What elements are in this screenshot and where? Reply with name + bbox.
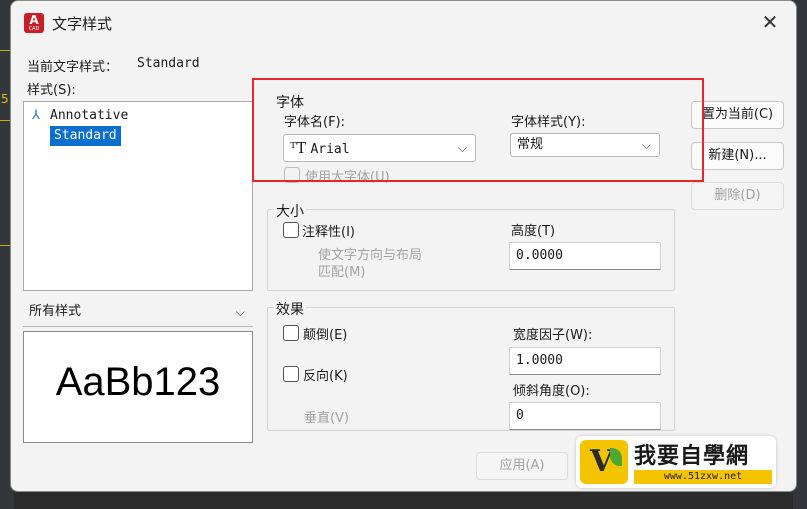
- font-style-label: 字体样式(Y):: [511, 115, 586, 130]
- styles-label: 样式(S):: [27, 83, 76, 98]
- style-preview: AaBb123: [23, 331, 253, 443]
- annotative-checkbox[interactable]: [283, 222, 299, 238]
- new-style-button[interactable]: 新建(N)...: [691, 142, 784, 170]
- font-style-value: 常规: [517, 137, 544, 152]
- set-current-button[interactable]: 置为当前(C): [691, 101, 784, 129]
- truetype-font-icon: ᵀT: [290, 139, 307, 157]
- canvas-coordinate: 5: [1, 92, 9, 106]
- current-style-value: Standard: [137, 56, 200, 71]
- close-button[interactable]: ✕: [758, 11, 782, 35]
- style-item-label: Annotative: [50, 108, 129, 123]
- style-item-label: Standard: [50, 126, 121, 146]
- oblique-angle-label: 倾斜角度(O):: [513, 384, 590, 399]
- apply-button[interactable]: 应用(A): [476, 452, 568, 480]
- height-input[interactable]: 0.0000: [509, 242, 661, 270]
- autocad-app-icon: A CAD: [24, 13, 44, 33]
- style-filter-select[interactable]: 所有样式 ⌵: [23, 299, 253, 327]
- preview-text: AaBb123: [55, 360, 221, 404]
- font-style-select[interactable]: 常规 ⌵: [510, 133, 660, 157]
- text-style-dialog: A CAD 文字样式 ✕ 当前文字样式： Standard 样式(S): ⅄ A…: [10, 0, 797, 492]
- style-filter-value: 所有样式: [29, 304, 82, 319]
- chevron-down-icon: ⌵: [457, 141, 467, 155]
- watermark-logo: V 我要自學網 www.51zxw.net: [576, 436, 776, 488]
- styles-listbox[interactable]: ⅄ Annotative Standard: [23, 101, 253, 291]
- backwards-checkbox[interactable]: [283, 366, 299, 382]
- height-label: 高度(T): [511, 224, 556, 239]
- delete-style-button[interactable]: 删除(D): [691, 182, 784, 210]
- width-factor-label: 宽度因子(W):: [513, 328, 593, 343]
- upside-down-label: 颠倒(E): [303, 328, 348, 343]
- oblique-angle-input[interactable]: 0: [509, 402, 661, 430]
- watermark-url: www.51zxw.net: [634, 470, 772, 484]
- upside-down-checkbox[interactable]: [283, 325, 299, 341]
- width-factor-input[interactable]: 1.0000: [509, 347, 661, 375]
- current-style-label: 当前文字样式：: [27, 60, 119, 75]
- chevron-down-icon: ⌵: [641, 138, 651, 152]
- title-bar: A CAD 文字样式 ✕: [11, 1, 796, 45]
- font-name-label: 字体名(F):: [284, 115, 346, 130]
- size-group-title: 大小: [274, 201, 306, 221]
- use-big-font-label: 使用大字体(U): [305, 170, 390, 185]
- effects-group-title: 效果: [274, 299, 306, 319]
- font-name-value: Arial: [310, 142, 350, 157]
- font-group-title: 字体: [276, 95, 304, 111]
- use-big-font-checkbox[interactable]: [284, 167, 300, 183]
- font-name-select[interactable]: ᵀT Arial ⌵: [283, 134, 476, 162]
- style-item-standard[interactable]: Standard: [32, 126, 121, 146]
- dialog-title: 文字样式: [52, 15, 113, 33]
- annotative-icon: ⅄: [32, 108, 40, 123]
- annotative-label: 注释性(I): [302, 225, 355, 240]
- match-orientation-label-2: 匹配(M): [318, 265, 366, 280]
- vertical-label: 垂直(V): [304, 411, 350, 426]
- chevron-down-icon: ⌵: [235, 305, 245, 319]
- app-icon-letter: A: [29, 13, 39, 27]
- style-item-annotative[interactable]: ⅄ Annotative: [32, 106, 128, 126]
- backwards-label: 反向(K): [303, 369, 348, 384]
- close-icon: ✕: [761, 10, 779, 34]
- app-icon-subtext: CAD: [28, 26, 40, 32]
- watermark-title: 我要自學網: [634, 444, 750, 469]
- watermark-badge: V: [580, 440, 628, 484]
